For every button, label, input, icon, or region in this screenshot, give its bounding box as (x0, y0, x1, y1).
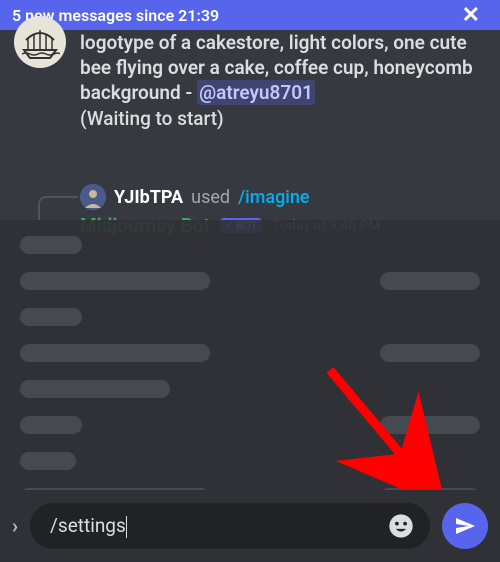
user-mention[interactable]: @atreyu8701 (197, 80, 315, 105)
new-messages-banner[interactable]: 5 new messages since 21:39 ✕ (0, 0, 500, 30)
command-usage-line: YJIbTPA used /imagine (80, 184, 486, 210)
autocomplete-item[interactable] (0, 374, 500, 404)
autocomplete-item[interactable] (0, 230, 500, 260)
autocomplete-panel[interactable] (0, 220, 500, 490)
input-text: /settings (50, 514, 126, 537)
autocomplete-item[interactable] (0, 446, 500, 476)
autocomplete-item[interactable] (0, 482, 500, 490)
autocomplete-item[interactable] (0, 338, 500, 368)
message-body: logotype of a cakestore, light colors, o… (80, 30, 486, 105)
status-text: (Waiting to start) (80, 107, 486, 130)
autocomplete-item[interactable] (0, 266, 500, 296)
autocomplete-item[interactable] (0, 302, 500, 332)
send-button[interactable] (442, 503, 488, 549)
reply-connector (38, 196, 78, 222)
message-composer: › /settings (0, 490, 500, 562)
message-list: logotype of a cakestore, light colors, o… (0, 30, 500, 562)
username[interactable]: YJIbTPA (114, 187, 183, 208)
banner-text: 5 new messages since 21:39 (12, 6, 454, 25)
emoji-icon[interactable] (386, 511, 416, 541)
verb-text: used (191, 187, 230, 208)
send-icon (453, 514, 477, 538)
avatar[interactable] (14, 16, 66, 68)
message-input-wrap[interactable]: /settings (30, 503, 430, 549)
close-icon[interactable]: ✕ (454, 3, 488, 28)
expand-icon[interactable]: › (12, 514, 18, 538)
command-link[interactable]: /imagine (238, 187, 309, 208)
avatar[interactable] (80, 184, 106, 210)
message-input[interactable]: /settings (50, 514, 386, 538)
message-item: logotype of a cakestore, light colors, o… (0, 30, 500, 130)
boat-icon (20, 22, 60, 62)
autocomplete-item[interactable] (0, 410, 500, 440)
